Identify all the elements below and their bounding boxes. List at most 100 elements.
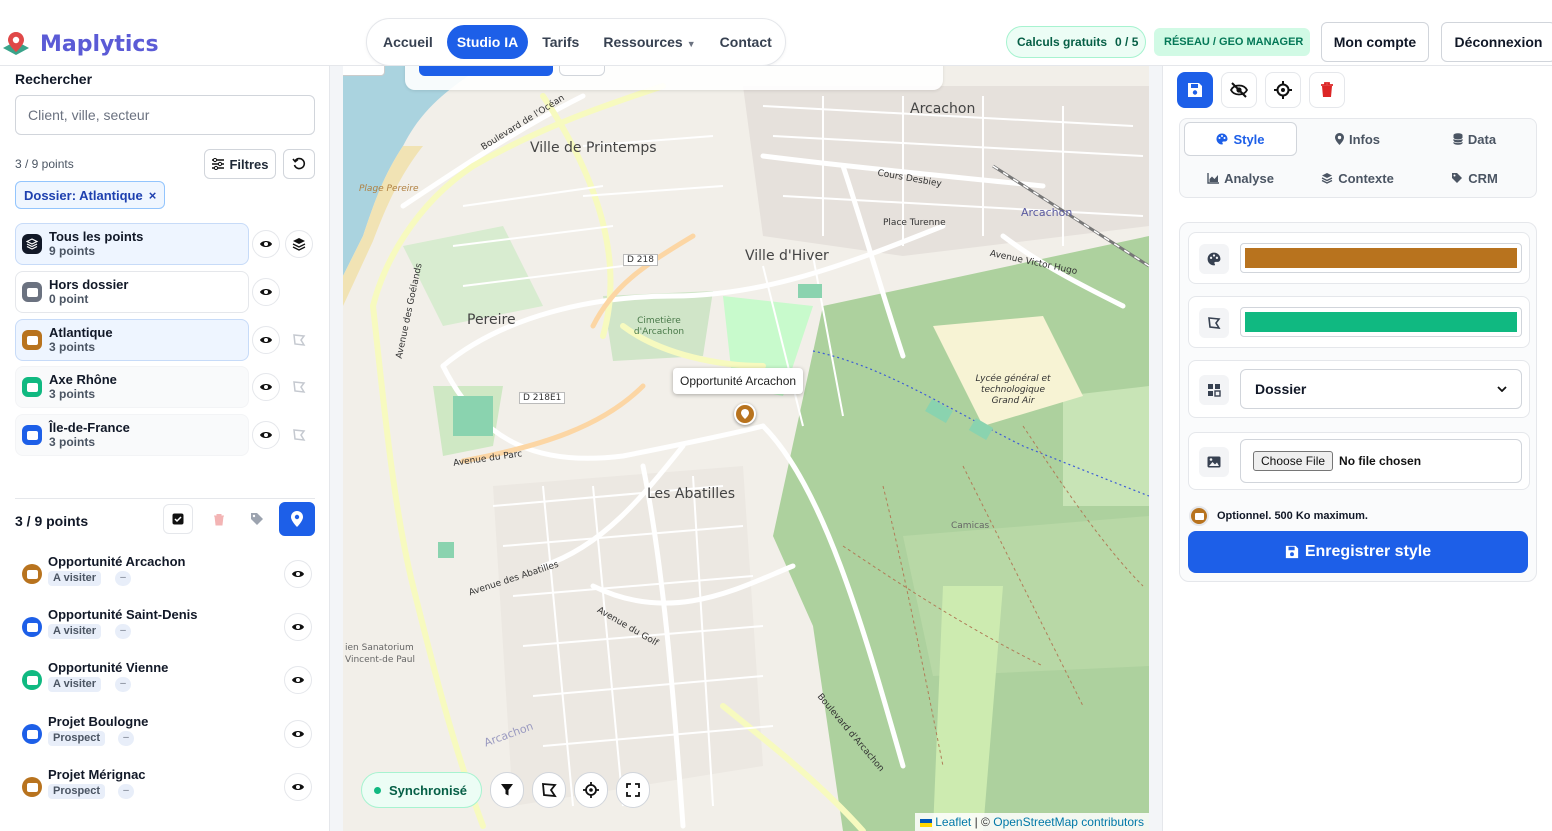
panel-tabs: Style Infos Data Analyse Contexte CRM bbox=[1179, 118, 1537, 198]
expand-icon bbox=[626, 783, 640, 797]
folder-ile-de-france[interactable]: Île-de-France 3 points bbox=[15, 414, 249, 456]
toggle-visibility-button[interactable] bbox=[284, 720, 312, 748]
brand-name: Maplytics bbox=[40, 31, 159, 57]
marker-color-input[interactable] bbox=[1240, 243, 1522, 273]
close-icon[interactable]: × bbox=[149, 188, 157, 203]
logout-button[interactable]: Déconnexion bbox=[1441, 22, 1552, 62]
filtered-points-count: 3 / 9 points bbox=[15, 157, 74, 171]
folder-count: 0 point bbox=[49, 292, 89, 306]
tab-infos[interactable]: Infos bbox=[1301, 122, 1414, 156]
checkbox-icon bbox=[172, 513, 184, 525]
leaflet-link[interactable]: Leaflet bbox=[935, 815, 971, 829]
eye-icon bbox=[292, 624, 304, 630]
draw-zone-button[interactable] bbox=[532, 772, 567, 808]
list-item[interactable]: Projet Mérignac Prospect – bbox=[15, 765, 315, 809]
toggle-visibility-button[interactable] bbox=[252, 373, 280, 401]
zoom-control[interactable] bbox=[343, 66, 385, 76]
list-item[interactable]: Opportunité Vienne A visiter – bbox=[15, 658, 315, 702]
reset-icon bbox=[292, 157, 306, 170]
select-all-button[interactable] bbox=[163, 504, 193, 534]
toggle-visibility-button[interactable] bbox=[284, 613, 312, 641]
folder-select-row: Dossier bbox=[1188, 360, 1530, 418]
crosshair-icon bbox=[1274, 81, 1292, 99]
nav-ressources[interactable]: Ressources ▼ bbox=[593, 25, 705, 59]
list-item[interactable]: Opportunité Arcachon A visiter – bbox=[15, 552, 315, 596]
map-filter-button[interactable] bbox=[490, 772, 525, 808]
hide-button[interactable] bbox=[1221, 72, 1257, 108]
nav-tarifs[interactable]: Tarifs bbox=[532, 25, 589, 59]
map-toolbar-primary-button[interactable] bbox=[419, 66, 553, 76]
delete-selected-button[interactable] bbox=[204, 504, 234, 534]
file-input[interactable]: Choose File No file chosen bbox=[1240, 439, 1522, 483]
tab-label: Infos bbox=[1348, 131, 1381, 147]
map-controls: Synchronisé bbox=[361, 772, 651, 808]
zone-color-input[interactable] bbox=[1240, 307, 1522, 337]
reset-filters-button[interactable] bbox=[283, 149, 315, 179]
zone-button[interactable] bbox=[285, 373, 313, 401]
list-item[interactable]: Opportunité Saint-Denis A visiter – bbox=[15, 605, 315, 649]
delete-button[interactable] bbox=[1309, 72, 1345, 108]
nav-contact[interactable]: Contact bbox=[710, 25, 782, 59]
tab-data[interactable]: Data bbox=[1418, 122, 1531, 156]
zone-button[interactable] bbox=[285, 421, 313, 449]
map-marker[interactable] bbox=[734, 403, 756, 425]
tab-crm[interactable]: CRM bbox=[1418, 161, 1531, 195]
eye-icon bbox=[292, 784, 304, 790]
fullscreen-button[interactable] bbox=[616, 772, 651, 808]
locate-button[interactable] bbox=[574, 772, 609, 808]
toggle-visibility-button[interactable] bbox=[252, 326, 280, 354]
active-filter-chip[interactable]: Dossier: Atlantique × bbox=[15, 181, 166, 209]
active-filter-label: Dossier: Atlantique bbox=[24, 187, 143, 203]
polygon-icon bbox=[293, 381, 306, 393]
folder-all-points[interactable]: Tous les points 9 points bbox=[15, 223, 249, 265]
zone-button[interactable] bbox=[285, 326, 313, 354]
toggle-visibility-button[interactable] bbox=[252, 421, 280, 449]
account-button[interactable]: Mon compte bbox=[1321, 22, 1429, 62]
folder-select[interactable]: Dossier bbox=[1240, 369, 1522, 409]
save-toolbar-button[interactable] bbox=[1177, 72, 1213, 108]
map-toolbar-secondary-button[interactable] bbox=[559, 66, 605, 76]
status-badge: A visiter bbox=[48, 677, 102, 692]
brand[interactable]: Maplytics bbox=[0, 28, 159, 60]
map-pin-icon bbox=[291, 511, 303, 527]
tab-analyse[interactable]: Analyse bbox=[1184, 161, 1297, 195]
filters-button[interactable]: Filtres bbox=[204, 149, 276, 179]
toggle-visibility-button[interactable] bbox=[252, 278, 280, 306]
tab-label: Style bbox=[1233, 131, 1265, 147]
toggle-visibility-button[interactable] bbox=[284, 666, 312, 694]
tab-style[interactable]: Style bbox=[1184, 122, 1297, 156]
trash-icon bbox=[1321, 82, 1333, 97]
locate-points-button[interactable] bbox=[279, 502, 315, 536]
map-pin-icon bbox=[741, 409, 749, 419]
osm-link[interactable]: OpenStreetMap contributors bbox=[993, 815, 1144, 829]
folder-atlantique[interactable]: Atlantique 3 points bbox=[15, 319, 249, 361]
tag-badge: – bbox=[115, 624, 131, 639]
toggle-visibility-button[interactable] bbox=[252, 230, 280, 258]
funnel-icon bbox=[501, 784, 514, 796]
map-label-place-turenne: Place Turenne bbox=[883, 218, 946, 228]
folder-axe-rhone[interactable]: Axe Rhône 3 points bbox=[15, 366, 249, 408]
map-label-sanatorium: ien Sanatorium Vincent-de Paul bbox=[345, 643, 415, 665]
toggle-visibility-button[interactable] bbox=[284, 560, 312, 588]
save-style-button[interactable]: Enregistrer style bbox=[1188, 531, 1528, 573]
point-name: Opportunité Saint-Denis bbox=[48, 607, 198, 622]
map-canvas[interactable]: Arcachon Ville de Printemps Ville d'Hive… bbox=[343, 66, 1149, 831]
nav-studio-ia[interactable]: Studio IA bbox=[446, 25, 529, 59]
map-pin-icon bbox=[1334, 133, 1344, 145]
folder-unfiled[interactable]: Hors dossier 0 point bbox=[15, 271, 249, 313]
toggle-visibility-button[interactable] bbox=[284, 773, 312, 801]
tab-label: CRM bbox=[1468, 170, 1498, 186]
choose-file-button[interactable]: Choose File bbox=[1253, 451, 1334, 471]
nav-accueil[interactable]: Accueil bbox=[373, 25, 443, 59]
folder-count: 3 points bbox=[49, 435, 96, 449]
tag-selected-button[interactable] bbox=[242, 504, 272, 534]
folder-icon bbox=[22, 425, 42, 445]
folder-count: 3 points bbox=[49, 387, 96, 401]
search-input[interactable] bbox=[15, 95, 315, 135]
tab-contexte[interactable]: Contexte bbox=[1301, 161, 1414, 195]
center-button[interactable] bbox=[1265, 72, 1301, 108]
polygon-icon bbox=[293, 429, 306, 441]
status-badge: Prospect bbox=[48, 784, 106, 799]
layers-button[interactable] bbox=[285, 230, 313, 258]
list-item[interactable]: Projet Boulogne Prospect – bbox=[15, 712, 315, 756]
